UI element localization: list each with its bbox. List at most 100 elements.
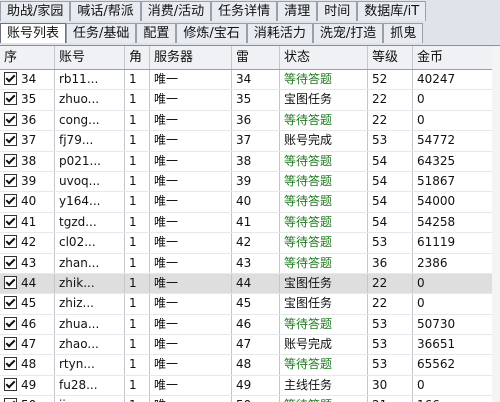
tab-shout-guild[interactable]: 喊话/帮派 xyxy=(70,1,141,21)
row-lei: 35 xyxy=(232,90,280,110)
tab-cultivate-gem[interactable]: 修炼/宝石 xyxy=(176,23,247,43)
row-checkbox[interactable] xyxy=(4,92,17,106)
tab-cleanup[interactable]: 清理 xyxy=(277,1,318,21)
row-checkbox[interactable] xyxy=(4,377,17,391)
row-index-cell: 48 xyxy=(0,355,55,375)
tab-consume-vitality[interactable]: 消耗活力 xyxy=(246,23,313,43)
row-checkbox[interactable] xyxy=(4,72,17,85)
table-row[interactable]: 49 fu28... 1 唯一 49 主线任务 30 0 xyxy=(0,375,500,397)
row-role: 1 xyxy=(125,396,150,402)
row-level: 22 xyxy=(368,273,413,294)
table-row[interactable]: 39 uvoq... 1 唯一 39 等待答题 54 51867 xyxy=(0,171,500,193)
row-checkbox[interactable] xyxy=(4,337,17,351)
row-server: 唯一 xyxy=(150,314,232,335)
tab-task-details[interactable]: 任务详情 xyxy=(211,1,278,21)
table-row[interactable]: 40 y164... 1 唯一 40 等待答题 54 54000 xyxy=(0,192,500,213)
tab-task-basic[interactable]: 任务/基础 xyxy=(66,23,137,43)
row-role: 1 xyxy=(125,335,150,355)
table-row[interactable]: 34 rb11... 1 唯一 34 等待答题 52 40247 xyxy=(0,70,500,91)
row-checkbox[interactable] xyxy=(4,173,17,187)
row-checkbox[interactable] xyxy=(4,316,17,330)
row-gold: 54000 xyxy=(413,192,500,212)
row-lei: 34 xyxy=(232,70,280,90)
row-checkbox[interactable] xyxy=(4,153,17,167)
row-index-cell: 34 xyxy=(0,70,55,90)
row-level: 36 xyxy=(368,253,413,273)
header-index[interactable]: 序 xyxy=(0,46,55,69)
row-lei: 38 xyxy=(232,151,280,171)
table-row[interactable]: 38 p021... 1 唯一 38 等待答题 54 64325 xyxy=(0,151,500,172)
row-level: 54 xyxy=(368,171,413,192)
row-index: 46 xyxy=(21,316,37,331)
app-window: 助战/家园 喊话/帮派 消费/活动 任务详情 清理 时间 数据库/iT 账号列表… xyxy=(0,0,500,402)
row-index: 40 xyxy=(21,194,37,209)
header-gold[interactable]: 金币 xyxy=(413,46,500,69)
table-row[interactable]: 46 zhua... 1 唯一 46 等待答题 53 50730 xyxy=(0,314,500,336)
row-gold: 64325 xyxy=(413,151,500,171)
tab-helper-home[interactable]: 助战/家园 xyxy=(0,1,71,21)
row-role: 1 xyxy=(125,192,150,212)
tab-account-list[interactable]: 账号列表 xyxy=(0,23,67,43)
table-row[interactable]: 44 zhik... 1 唯一 44 宝图任务 22 0 xyxy=(0,273,500,295)
table-body: 34 rb11... 1 唯一 34 等待答题 52 40247 35 zhuo... 1 唯一 35 宝… xyxy=(0,70,500,402)
row-index-cell: 45 xyxy=(0,294,55,314)
tab-config[interactable]: 配置 xyxy=(136,23,177,43)
row-server: 唯一 xyxy=(150,375,232,396)
row-checkbox[interactable] xyxy=(4,296,17,310)
row-role: 1 xyxy=(125,314,150,335)
row-level: 52 xyxy=(368,70,413,90)
row-checkbox[interactable] xyxy=(4,194,17,208)
row-status: 等待答题 xyxy=(280,253,368,273)
header-status[interactable]: 状态 xyxy=(280,46,368,69)
tab-database[interactable]: 数据库/iT xyxy=(357,1,427,21)
table-row[interactable]: 37 fj79... 1 唯一 37 账号完成 53 54772 xyxy=(0,131,500,152)
row-lei: 41 xyxy=(232,212,280,233)
row-index: 34 xyxy=(21,72,37,86)
row-role: 1 xyxy=(125,355,150,375)
table-row[interactable]: 47 zhao... 1 唯一 47 账号完成 53 36651 xyxy=(0,335,500,356)
row-status: 主线任务 xyxy=(280,375,368,396)
row-lei: 36 xyxy=(232,110,280,131)
row-checkbox[interactable] xyxy=(4,235,17,249)
row-role: 1 xyxy=(125,253,150,273)
row-gold: 0 xyxy=(413,294,500,314)
table-row[interactable]: 36 cong... 1 唯一 36 等待答题 22 0 xyxy=(0,110,500,132)
tab-catch-ghost[interactable]: 抓鬼 xyxy=(383,23,424,43)
row-lei: 43 xyxy=(232,253,280,273)
row-gold: 0 xyxy=(413,375,500,396)
row-checkbox[interactable] xyxy=(4,133,17,147)
row-role: 1 xyxy=(125,212,150,233)
table-row[interactable]: 43 zhan... 1 唯一 43 等待答题 36 2386 xyxy=(0,253,500,274)
table-row[interactable]: 42 cl02... 1 唯一 42 等待答题 53 61119 xyxy=(0,233,500,254)
table-row[interactable]: 48 rtyn... 1 唯一 48 等待答题 53 65562 xyxy=(0,355,500,376)
row-status: 等待答题 xyxy=(280,110,368,131)
tab-time[interactable]: 时间 xyxy=(317,1,358,21)
vertical-scrollbar[interactable] xyxy=(492,46,500,402)
row-level: 22 xyxy=(368,90,413,110)
row-gold: 0 xyxy=(413,110,500,131)
table-row[interactable]: 45 zhiz... 1 唯一 45 宝图任务 22 0 xyxy=(0,294,500,315)
header-lei[interactable]: 雷 xyxy=(232,46,280,69)
row-checkbox[interactable] xyxy=(4,357,17,371)
table-row[interactable]: 35 zhuo... 1 唯一 35 宝图任务 22 0 xyxy=(0,90,500,111)
tab-spend-activity[interactable]: 消费/活动 xyxy=(140,1,212,21)
header-server[interactable]: 服务器 xyxy=(150,46,232,69)
row-role: 1 xyxy=(125,110,150,131)
row-checkbox[interactable] xyxy=(4,275,17,289)
table-row[interactable]: 50jiao...1唯一50等待答题21166 xyxy=(0,396,500,402)
row-status: 等待答题 xyxy=(280,70,368,90)
row-checkbox[interactable] xyxy=(4,398,17,402)
row-checkbox[interactable] xyxy=(4,214,17,228)
row-server: 唯一 xyxy=(150,294,232,314)
row-level: 30 xyxy=(368,375,413,396)
row-lei: 49 xyxy=(232,375,280,396)
header-level[interactable]: 等级 xyxy=(368,46,413,69)
header-role[interactable]: 角 xyxy=(125,46,150,69)
table-row[interactable]: 41 tgzd... 1 唯一 41 等待答题 54 54258 xyxy=(0,212,500,234)
row-account: zhan... xyxy=(55,253,125,273)
row-server: 唯一 xyxy=(150,192,232,212)
tab-pet-forge[interactable]: 洗宠/打造 xyxy=(312,23,384,43)
row-checkbox[interactable] xyxy=(4,255,17,269)
row-checkbox[interactable] xyxy=(4,112,17,126)
header-account[interactable]: 账号 xyxy=(55,46,125,69)
